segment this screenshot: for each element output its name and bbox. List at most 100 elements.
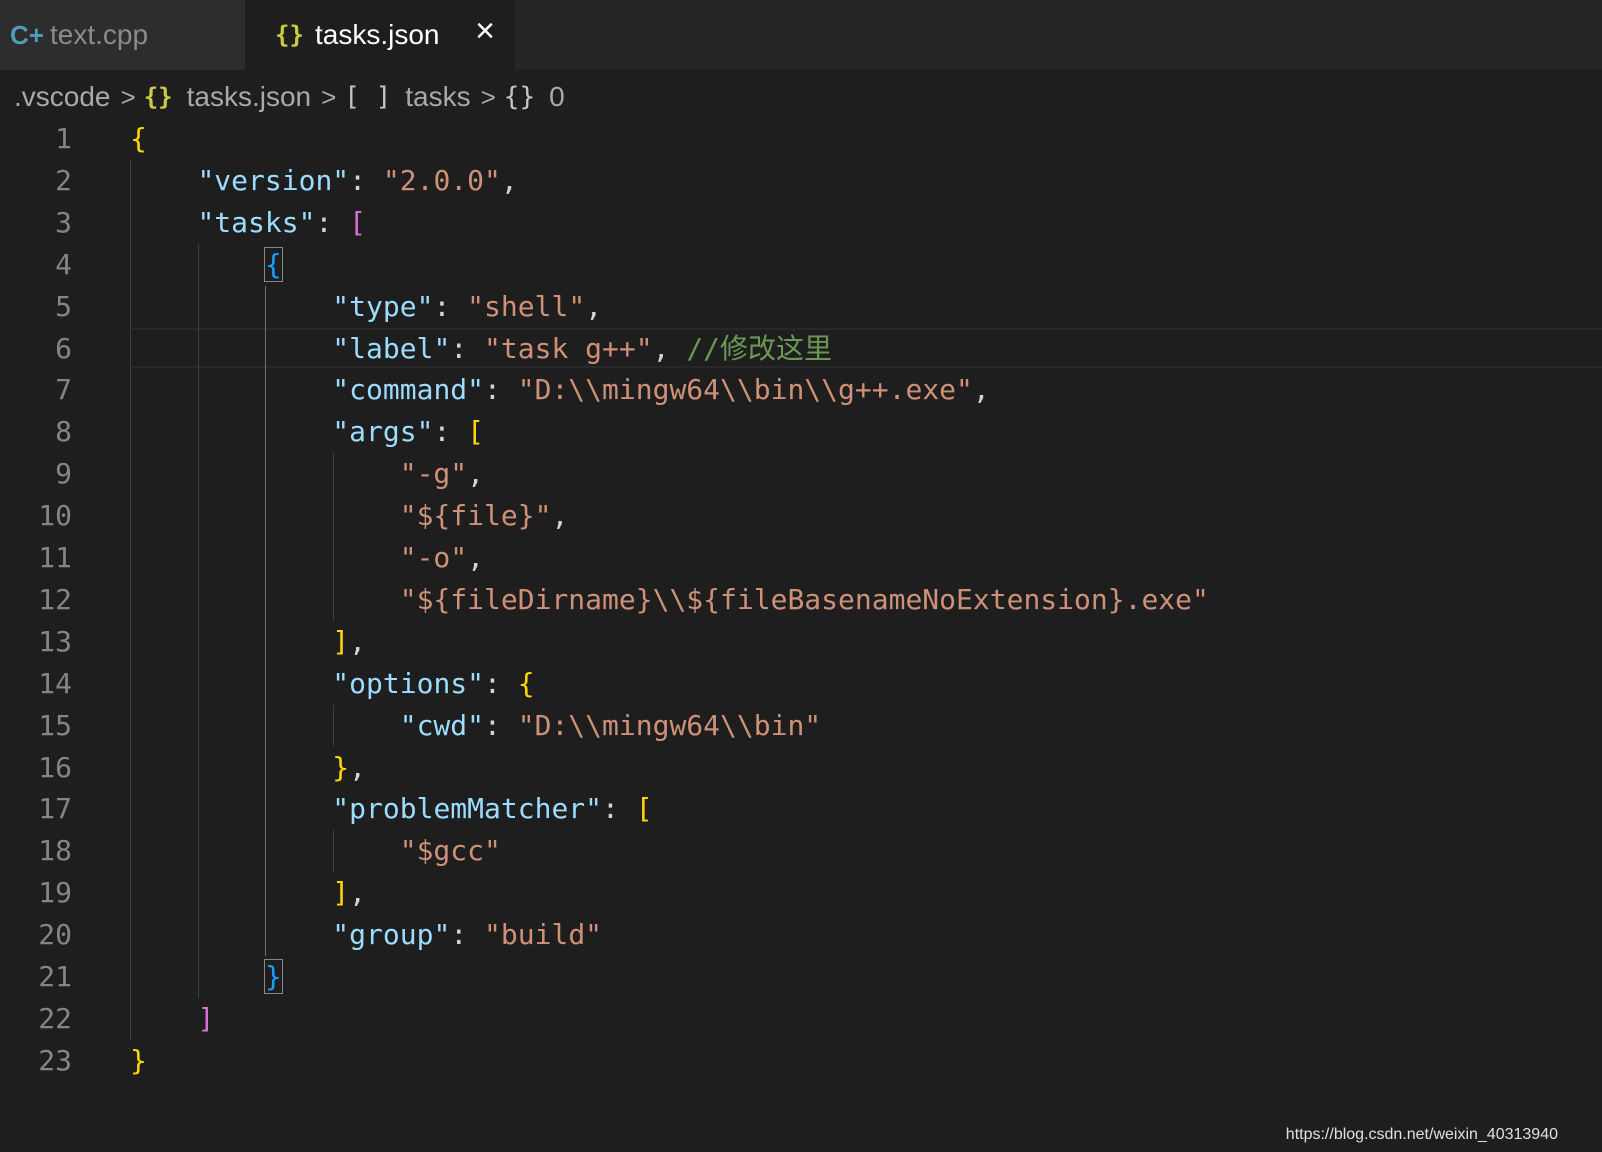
code-token: "${fileDirname}\\${fileBasenameNoExtensi… xyxy=(399,582,1209,616)
line-number: 13 xyxy=(38,624,72,658)
code-text: ], xyxy=(130,872,366,914)
code-token: { xyxy=(517,666,535,700)
code-token: ] xyxy=(197,1001,215,1035)
code-text: "problemMatcher": [ xyxy=(130,788,652,830)
code-text: "${file}", xyxy=(130,495,569,537)
code-token: : xyxy=(450,331,485,365)
code-line[interactable]: 10 "${file}", xyxy=(0,495,1602,537)
code-token: "${file}" xyxy=(399,499,552,533)
close-icon[interactable]: × xyxy=(475,12,495,51)
breadcrumb-array[interactable]: tasks xyxy=(405,81,470,113)
code-line[interactable]: 5 "type": "shell", xyxy=(0,286,1602,328)
line-number: 17 xyxy=(38,792,72,826)
code-line[interactable]: 12 "${fileDirname}\\${fileBasenameNoExte… xyxy=(0,579,1602,621)
code-line[interactable]: 23} xyxy=(0,1040,1602,1082)
code-line[interactable]: 18 "$gcc" xyxy=(0,830,1602,872)
line-number: 14 xyxy=(38,666,72,700)
breadcrumb-folder[interactable]: .vscode xyxy=(14,81,111,113)
json-file-icon: {} xyxy=(275,21,304,49)
code-line[interactable]: 4 { xyxy=(0,244,1602,286)
code-text: "group": "build" xyxy=(130,914,602,956)
code-line[interactable]: 11 "-o", xyxy=(0,537,1602,579)
code-text: }, xyxy=(130,747,366,789)
code-line[interactable]: 15 "cwd": "D:\\mingw64\\bin" xyxy=(0,705,1602,747)
code-line[interactable]: 8 "args": [ xyxy=(0,411,1602,453)
breadcrumb-file[interactable]: tasks.json xyxy=(187,81,312,113)
code-token: "label" xyxy=(332,331,451,365)
code-token: : xyxy=(484,708,518,742)
code-text: "-o", xyxy=(130,537,484,579)
code-token: , xyxy=(467,541,485,574)
line-number: 21 xyxy=(38,960,72,993)
watermark: https://blog.csdn.net/weixin_40313940 xyxy=(1285,1126,1558,1143)
code-token: { xyxy=(263,246,283,282)
code-line[interactable]: 22 ] xyxy=(0,998,1602,1040)
code-line[interactable]: 2 "version": "2.0.0", xyxy=(0,160,1602,202)
line-number: 8 xyxy=(55,415,72,449)
code-text: "version": "2.0.0", xyxy=(130,160,518,202)
code-line[interactable]: 21 } xyxy=(0,956,1602,998)
breadcrumb: .vscode > {} tasks.json > [ ] tasks > {}… xyxy=(14,73,565,121)
line-number: 7 xyxy=(55,373,72,407)
code-token: ] xyxy=(332,624,350,658)
code-line[interactable]: 13 ], xyxy=(0,621,1602,663)
code-text: ], xyxy=(130,621,366,663)
code-editor[interactable]: 1{2 "version": "2.0.0", 3 "tasks": [4 {5 … xyxy=(0,118,1602,1118)
code-token: , xyxy=(467,457,485,491)
code-token: "D:\\mingw64\\bin\\g++.exe" xyxy=(517,373,973,407)
array-symbol-icon: [ ] xyxy=(344,82,392,112)
line-number: 18 xyxy=(38,834,72,868)
code-token: : xyxy=(602,792,636,826)
code-line[interactable]: 20 "group": "build" xyxy=(0,914,1602,956)
code-token: "-g" xyxy=(399,457,468,491)
line-number: 16 xyxy=(38,750,72,784)
cpp-file-icon: C+ xyxy=(10,19,44,50)
chevron-right-icon: > xyxy=(120,81,136,112)
indent-guide xyxy=(130,159,131,1040)
code-token: "cwd" xyxy=(399,708,485,742)
line-number: 9 xyxy=(55,457,72,491)
code-text: "label": "task g++", //修改这里 xyxy=(130,328,832,370)
code-token: , xyxy=(500,163,518,197)
code-token: "options" xyxy=(332,666,485,700)
line-number: 1 xyxy=(55,122,72,155)
line-number: 12 xyxy=(38,582,72,616)
tab-text-cpp[interactable]: C+ text.cpp xyxy=(0,0,245,70)
code-line[interactable]: 17 "problemMatcher": [ xyxy=(0,788,1602,830)
object-symbol-icon: {} xyxy=(503,82,536,112)
code-text: { xyxy=(130,244,283,286)
line-number: 5 xyxy=(55,289,72,323)
code-token: "command" xyxy=(332,373,485,407)
code-line[interactable]: 19 ], xyxy=(0,872,1602,914)
code-line[interactable]: 16 }, xyxy=(0,747,1602,789)
json-file-icon: {} xyxy=(143,83,173,111)
code-line[interactable]: 3 "tasks": [ xyxy=(0,202,1602,244)
code-token: : xyxy=(484,666,518,700)
code-line[interactable]: 9 "-g", xyxy=(0,453,1602,495)
code-token: ] xyxy=(332,876,350,910)
code-token: "D:\\mingw64\\bin" xyxy=(517,708,822,742)
code-token: [ xyxy=(349,205,367,239)
breadcrumb-object[interactable]: 0 xyxy=(549,81,565,113)
code-line[interactable]: 14 "options": { xyxy=(0,663,1602,705)
tab-tasks-json[interactable]: {} tasks.json × xyxy=(245,0,515,70)
code-text: "${fileDirname}\\${fileBasenameNoExtensi… xyxy=(130,579,1209,621)
code-line[interactable]: 7 "command": "D:\\mingw64\\bin\\g++.exe"… xyxy=(0,369,1602,411)
code-token: "shell" xyxy=(467,289,586,323)
line-number: 22 xyxy=(38,1001,72,1035)
code-line[interactable]: 6 "label": "task g++", //修改这里 xyxy=(0,328,1602,370)
code-token: } xyxy=(332,750,350,784)
line-number: 15 xyxy=(38,708,72,742)
line-number: 6 xyxy=(55,331,72,365)
code-line[interactable]: 1{ xyxy=(0,118,1602,160)
code-token: : xyxy=(484,373,518,407)
